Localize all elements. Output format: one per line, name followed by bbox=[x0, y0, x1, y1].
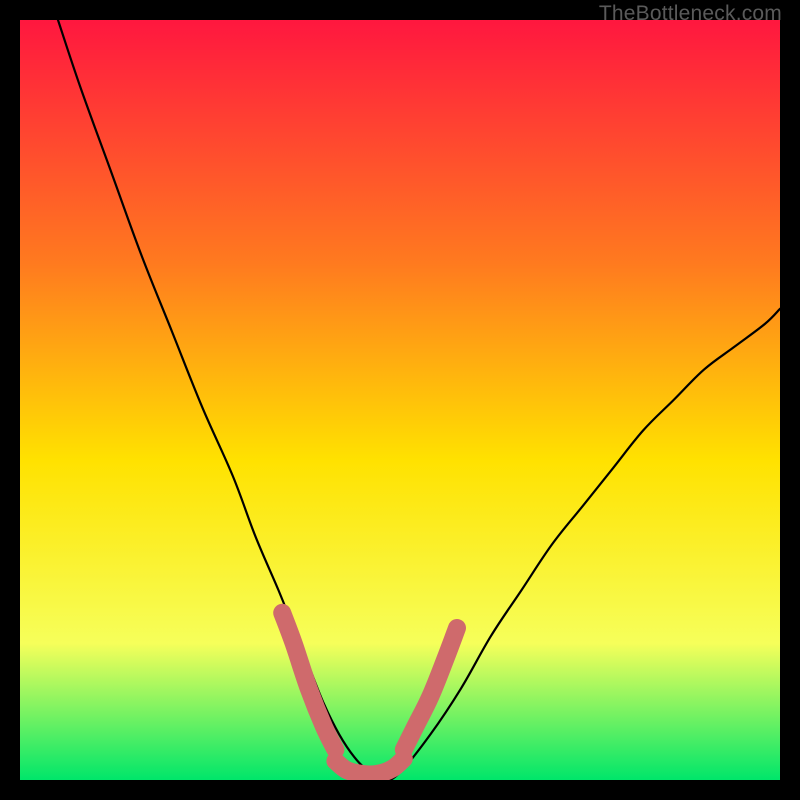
outer-frame: TheBottleneck.com bbox=[0, 0, 800, 800]
gradient-background bbox=[20, 20, 780, 780]
bottleneck-chart bbox=[20, 20, 780, 780]
plot-area bbox=[20, 20, 780, 780]
